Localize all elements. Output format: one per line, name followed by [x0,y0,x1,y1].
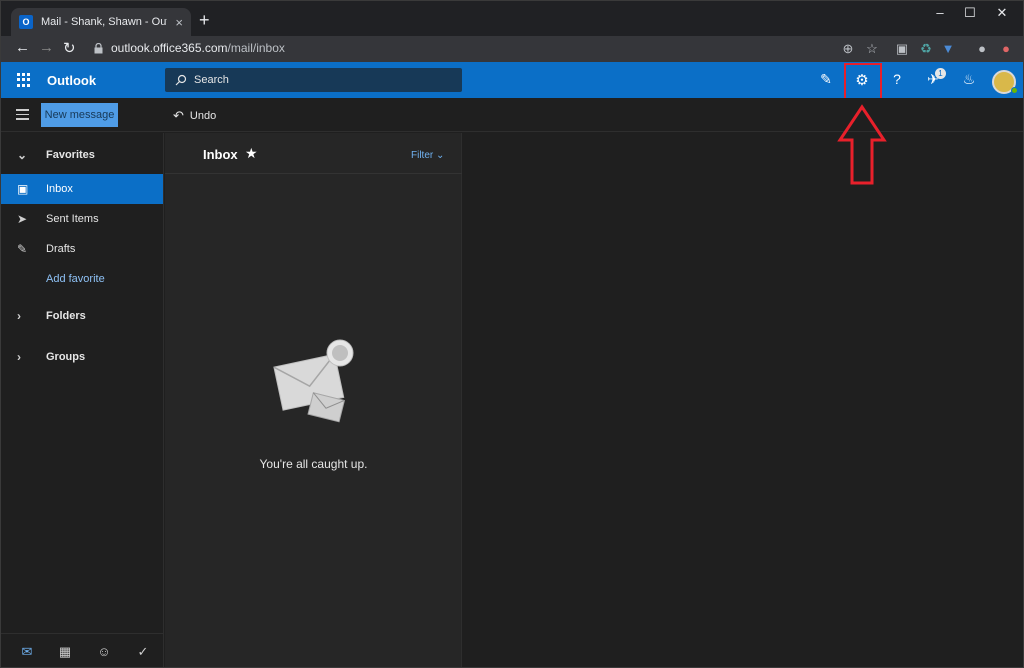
help-icon[interactable]: ? [887,71,907,87]
message-list-header: Inbox ★ Filter ⌄ [165,133,462,174]
sidebar-item-inbox[interactable]: ▣ Inbox [1,174,163,204]
hamburger-menu-icon[interactable] [16,109,29,120]
sidebar-item-drafts[interactable]: ✎ Drafts [1,234,163,264]
new-message-button[interactable]: New message [41,103,118,127]
search-input[interactable]: Search [165,68,462,92]
message-list: Inbox ★ Filter ⌄ You're all caught up. [165,133,462,667]
favorites-toggle[interactable]: ⌄ Favorites [1,140,163,170]
chevron-down-icon: ⌄ [436,150,445,161]
page-title: Inbox [203,147,238,162]
groups-toggle[interactable]: › Groups [1,342,163,372]
sidebar-item-label: Inbox [46,183,73,195]
tab-title: Mail - Shank, Shawn - Outlook [41,16,167,28]
reading-pane [463,133,1023,667]
add-favorite-link[interactable]: Add favorite [1,264,163,294]
new-tab-button[interactable]: + [199,10,210,31]
module-switcher: ✉ ▦ ☺ ✓ [1,633,163,667]
people-icon[interactable]: ☺ [94,644,114,659]
window-close-icon[interactable]: ✕ [987,5,1017,21]
tab-close-icon[interactable]: × [175,15,183,30]
minimize-icon[interactable]: – [925,5,955,20]
browser-tab[interactable]: O Mail - Shank, Shawn - Outlook × [11,8,191,36]
notification-badge: 1 [935,68,946,79]
empty-state-message: You're all caught up. [259,457,368,471]
address-field[interactable]: outlook.office365.com/mail/inbox [111,41,285,55]
url-path: /mail/inbox [227,41,285,55]
profile-icon[interactable]: ● [973,41,991,56]
bookmark-star-icon[interactable]: ☆ [863,41,881,57]
mail-icon[interactable]: ✉ [17,644,37,660]
chevron-down-icon: ⌄ [17,148,28,162]
folders-toggle[interactable]: › Folders [1,301,163,331]
favorite-star-icon[interactable]: ★ [245,145,258,162]
chevron-right-icon: › [17,309,21,323]
inbox-icon: ▣ [17,182,29,196]
back-icon[interactable]: ← [15,39,30,56]
browser-titlebar: O Mail - Shank, Shawn - Outlook × + – ☐ … [1,1,1023,36]
app-brand[interactable]: Outlook [47,73,96,88]
url-host: outlook.office365.com [111,41,228,55]
filter-button[interactable]: Filter ⌄ [411,150,444,161]
groups-label: Groups [46,351,86,363]
sidebar-item-label: Drafts [46,243,76,255]
reload-icon[interactable]: ↻ [63,39,76,57]
folders-label: Folders [46,310,86,322]
undo-label: Undo [189,110,217,122]
favorites-label: Favorites [46,149,95,161]
settings-highlight-box [844,63,882,101]
forward-icon[interactable]: → [39,39,54,56]
extension-red-icon[interactable]: ● [997,41,1015,56]
sidebar-item-label: Add favorite [46,273,105,285]
presence-status-icon [1011,87,1018,94]
todo-check-icon[interactable]: ✓ [133,644,153,660]
annotation-arrow-icon [837,104,887,185]
lock-icon [94,43,103,54]
install-app-icon[interactable]: ⊕ [839,41,857,57]
teams-icon[interactable]: ✎ [816,71,836,88]
browser-toolbar: ← → ↻ outlook.office365.com/mail/inbox ⊕… [1,36,1023,62]
shield-extension-icon[interactable]: ▼ [939,41,957,56]
camera-extension-icon[interactable]: ▣ [893,41,911,57]
app-launcher-icon[interactable] [17,73,31,87]
sidebar-item-sent[interactable]: ➤ Sent Items [1,204,163,234]
search-placeholder: Search [194,74,229,86]
calendar-icon[interactable]: ▦ [55,644,75,660]
undo-icon: ↶ [173,108,184,123]
notifications-bell-icon[interactable]: ♨ [959,71,979,88]
sidebar-item-label: Sent Items [46,213,99,225]
undo-button[interactable]: ↶ Undo [173,108,216,124]
send-icon: ➤ [17,212,28,226]
app-window: O Mail - Shank, Shawn - Outlook × + – ☐ … [0,0,1024,668]
folder-pane: ⌄ Favorites ▣ Inbox ➤ Sent Items ✎ Draft… [1,133,164,667]
recycle-extension-icon[interactable]: ♻ [917,41,935,57]
maximize-icon[interactable]: ☐ [955,5,985,21]
outlook-favicon-icon: O [19,15,33,29]
chevron-right-icon: › [17,350,21,364]
empty-inbox-illustration [273,339,354,423]
pencil-icon: ✎ [17,242,28,256]
search-icon [175,74,187,86]
filter-label: Filter [411,150,434,161]
